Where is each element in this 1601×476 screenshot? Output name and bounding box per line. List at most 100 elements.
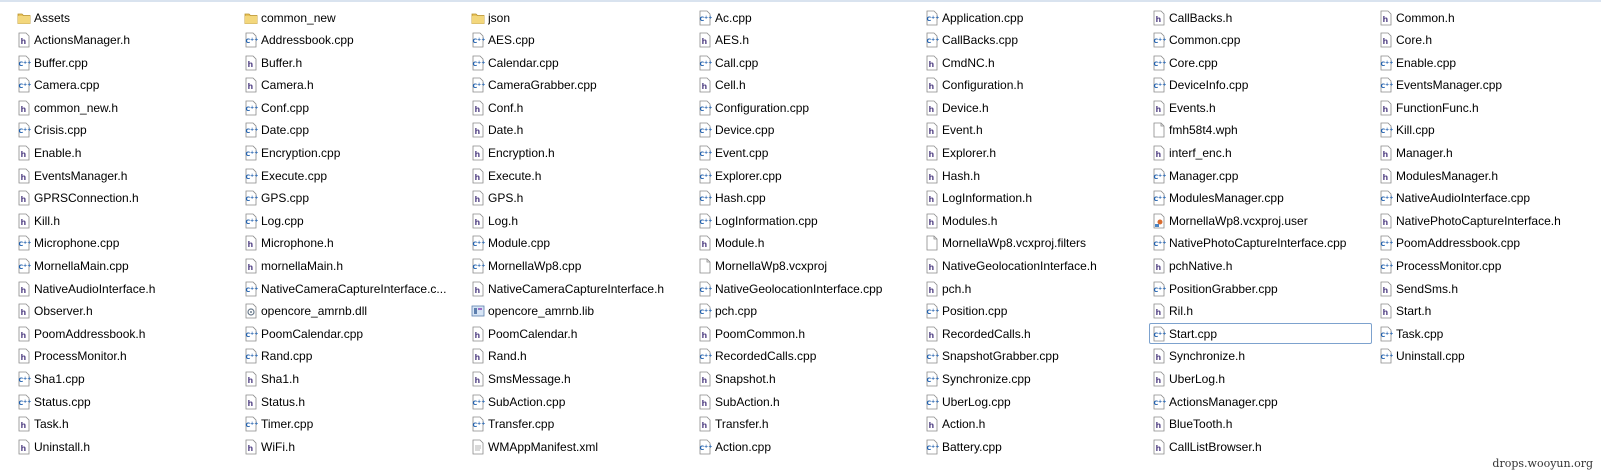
file-item[interactable]: C ++ Crisis.cpp — [14, 120, 237, 141]
file-item[interactable]: h SubAction.h — [695, 391, 918, 412]
file-item[interactable]: h Task.h — [14, 414, 237, 435]
file-item[interactable]: C ++ SubAction.cpp — [468, 391, 691, 412]
file-item[interactable]: h CallBacks.h — [1149, 7, 1372, 28]
file-item[interactable]: C ++ Status.cpp — [14, 391, 237, 412]
file-item[interactable]: C ++ MornellaMain.cpp — [14, 256, 237, 277]
file-item[interactable]: h Core.h — [1376, 30, 1599, 51]
file-item[interactable]: C ++ Execute.cpp — [241, 165, 464, 186]
file-item[interactable]: C ++ Action.cpp — [695, 436, 918, 457]
file-item[interactable]: h interf_enc.h — [1149, 143, 1372, 164]
file-item[interactable]: h BlueTooth.h — [1149, 414, 1372, 435]
file-item[interactable]: C ++ AES.cpp — [468, 30, 691, 51]
file-item[interactable]: C ++ Encryption.cpp — [241, 143, 464, 164]
file-item[interactable]: h FunctionFunc.h — [1376, 97, 1599, 118]
file-item[interactable]: h Log.h — [468, 210, 691, 231]
file-item[interactable]: h Device.h — [922, 97, 1145, 118]
file-item[interactable]: C ++ Microphone.cpp — [14, 233, 237, 254]
file-list-view[interactable]: Assets h ActionsManager.h C ++ Buffer.cpp C ++ C… — [14, 7, 1601, 459]
file-item[interactable]: C ++ Position.cpp — [922, 301, 1145, 322]
file-item[interactable]: MornellaWp8.vcxproj.user — [1149, 210, 1372, 231]
file-item[interactable]: fmh58t4.wph — [1149, 120, 1372, 141]
file-item[interactable]: h GPRSConnection.h — [14, 188, 237, 209]
file-item[interactable]: h Hash.h — [922, 165, 1145, 186]
file-item[interactable]: C ++ Enable.cpp — [1376, 52, 1599, 73]
file-item[interactable]: C ++ Task.cpp — [1376, 323, 1599, 344]
file-item[interactable]: h Date.h — [468, 120, 691, 141]
file-item[interactable]: h Status.h — [241, 391, 464, 412]
file-item[interactable]: C ++ Camera.cpp — [14, 75, 237, 96]
file-item[interactable]: h Enable.h — [14, 143, 237, 164]
file-item[interactable]: h ModulesManager.h — [1376, 165, 1599, 186]
file-item[interactable]: h EventsManager.h — [14, 165, 237, 186]
file-item[interactable]: C ++ Module.cpp — [468, 233, 691, 254]
file-item[interactable]: C ++ Start.cpp — [1149, 323, 1372, 345]
file-item[interactable]: C ++ LogInformation.cpp — [695, 210, 918, 231]
file-item[interactable]: C ++ Application.cpp — [922, 7, 1145, 28]
file-item[interactable]: C ++ CameraGrabber.cpp — [468, 75, 691, 96]
file-item[interactable]: C ++ NativePhotoCaptureInterface.cpp — [1149, 233, 1372, 254]
file-item[interactable]: C ++ PoomCalendar.cpp — [241, 323, 464, 344]
file-item[interactable]: WMAppManifest.xml — [468, 436, 691, 457]
file-item[interactable]: C ++ MornellaWp8.cpp — [468, 256, 691, 277]
file-item[interactable]: C ++ Log.cpp — [241, 210, 464, 231]
file-item[interactable]: h ProcessMonitor.h — [14, 346, 237, 367]
file-item[interactable]: h Start.h — [1376, 301, 1599, 322]
file-item[interactable]: h Events.h — [1149, 97, 1372, 118]
file-item[interactable]: C ++ CallBacks.cpp — [922, 30, 1145, 51]
file-item[interactable]: h Conf.h — [468, 97, 691, 118]
file-item[interactable]: h Transfer.h — [695, 414, 918, 435]
file-item[interactable]: h PoomCommon.h — [695, 323, 918, 344]
file-item[interactable]: h pchNative.h — [1149, 256, 1372, 277]
file-item[interactable]: C ++ pch.cpp — [695, 301, 918, 322]
file-item[interactable]: h Synchronize.h — [1149, 346, 1372, 367]
folder-item[interactable]: json — [468, 7, 691, 28]
folder-item[interactable]: Assets — [14, 7, 237, 28]
file-item[interactable]: C ++ Call.cpp — [695, 52, 918, 73]
file-item[interactable]: h PoomCalendar.h — [468, 323, 691, 344]
file-item[interactable]: C ++ Buffer.cpp — [14, 52, 237, 73]
file-item[interactable]: C ++ SnapshotGrabber.cpp — [922, 346, 1145, 367]
file-item[interactable]: h CmdNC.h — [922, 52, 1145, 73]
file-item[interactable]: C ++ Timer.cpp — [241, 414, 464, 435]
file-item[interactable]: C ++ Transfer.cpp — [468, 414, 691, 435]
file-item[interactable]: C ++ Uninstall.cpp — [1376, 346, 1599, 367]
file-item[interactable]: C ++ Addressbook.cpp — [241, 30, 464, 51]
file-item[interactable]: h GPS.h — [468, 188, 691, 209]
file-item[interactable]: h Execute.h — [468, 165, 691, 186]
file-item[interactable]: C ++ DeviceInfo.cpp — [1149, 75, 1372, 96]
file-item[interactable]: C ++ Hash.cpp — [695, 188, 918, 209]
file-item[interactable]: C ++ ModulesManager.cpp — [1149, 188, 1372, 209]
file-item[interactable]: C ++ Event.cpp — [695, 143, 918, 164]
file-item[interactable]: h Explorer.h — [922, 143, 1145, 164]
file-item[interactable]: C ++ Sha1.cpp — [14, 369, 237, 390]
file-item[interactable]: h Event.h — [922, 120, 1145, 141]
file-item[interactable]: h ActionsManager.h — [14, 30, 237, 51]
file-item[interactable]: h Buffer.h — [241, 52, 464, 73]
file-item[interactable]: C ++ ProcessMonitor.cpp — [1376, 256, 1599, 277]
file-item[interactable]: h WiFi.h — [241, 436, 464, 457]
file-item[interactable]: h Cell.h — [695, 75, 918, 96]
folder-item[interactable]: common_new — [241, 7, 464, 28]
file-item[interactable]: h AES.h — [695, 30, 918, 51]
file-item[interactable]: MornellaWp8.vcxproj — [695, 256, 918, 277]
file-item[interactable]: C ++ Synchronize.cpp — [922, 369, 1145, 390]
file-item[interactable]: h SmsMessage.h — [468, 369, 691, 390]
file-item[interactable]: h Snapshot.h — [695, 369, 918, 390]
file-item[interactable]: opencore_amrnb.dll — [241, 301, 464, 322]
file-item[interactable]: h Modules.h — [922, 210, 1145, 231]
file-item[interactable]: h LogInformation.h — [922, 188, 1145, 209]
file-item[interactable]: C ++ Rand.cpp — [241, 346, 464, 367]
file-item[interactable]: h NativeAudioInterface.h — [14, 278, 237, 299]
file-item[interactable]: h mornellaMain.h — [241, 256, 464, 277]
file-item[interactable]: C ++ ActionsManager.cpp — [1149, 391, 1372, 412]
file-item[interactable]: C ++ UberLog.cpp — [922, 391, 1145, 412]
file-item[interactable]: C ++ Explorer.cpp — [695, 165, 918, 186]
file-item[interactable]: C ++ PositionGrabber.cpp — [1149, 278, 1372, 299]
file-item[interactable]: h CallListBrowser.h — [1149, 436, 1372, 457]
file-item[interactable]: C ++ Kill.cpp — [1376, 120, 1599, 141]
file-item[interactable]: h Action.h — [922, 414, 1145, 435]
file-item[interactable]: h Common.h — [1376, 7, 1599, 28]
file-item[interactable]: h NativeCameraCaptureInterface.h — [468, 278, 691, 299]
file-item[interactable]: h PoomAddressbook.h — [14, 323, 237, 344]
file-item[interactable]: MornellaWp8.vcxproj.filters — [922, 233, 1145, 254]
